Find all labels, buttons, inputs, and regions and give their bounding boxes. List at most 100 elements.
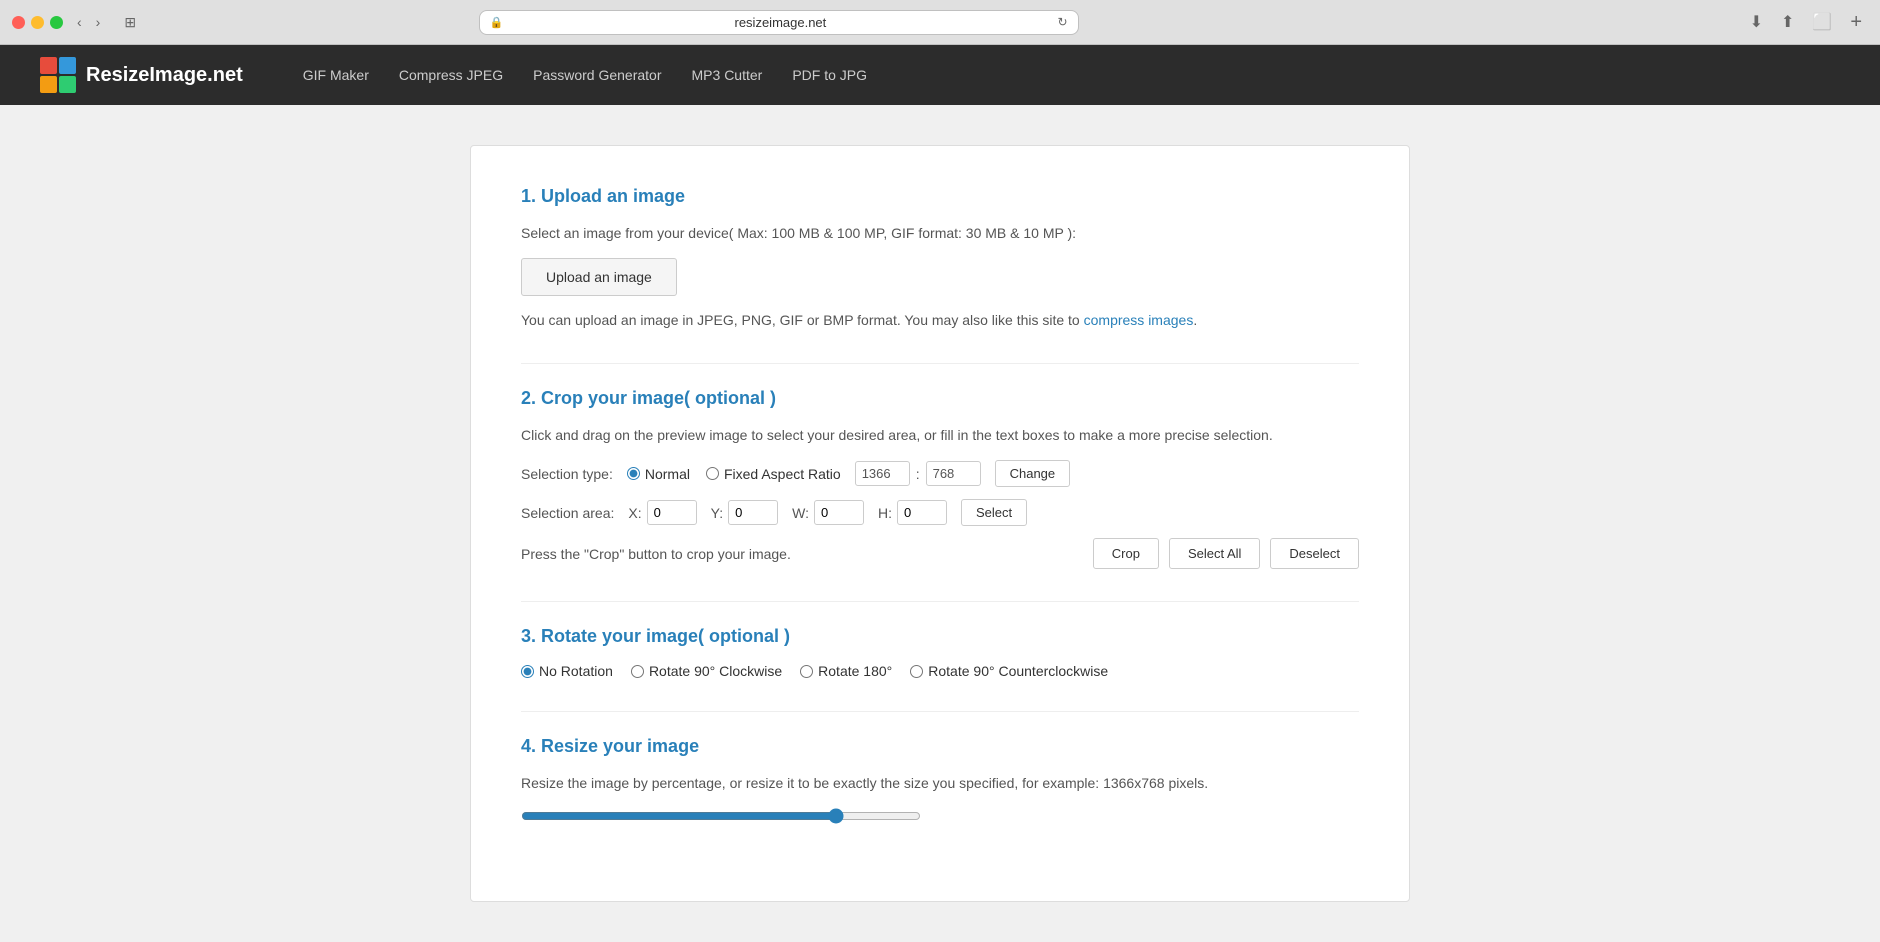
radio-fixed-input[interactable] xyxy=(706,467,719,480)
rotate-cw90-input[interactable] xyxy=(631,665,644,678)
select-all-button[interactable]: Select All xyxy=(1169,538,1260,569)
radio-normal[interactable]: Normal xyxy=(627,466,690,482)
logo-square-red xyxy=(40,57,57,74)
upload-button[interactable]: Upload an image xyxy=(521,258,677,296)
rotate-180-label: Rotate 180° xyxy=(818,663,892,679)
address-text[interactable]: resizeimage.net xyxy=(509,15,1051,30)
nav-gif-maker[interactable]: GIF Maker xyxy=(303,67,369,83)
crop-hint: Press the "Crop" button to crop your ima… xyxy=(521,546,1083,562)
logo-square-green xyxy=(59,76,76,93)
crop-button[interactable]: Crop xyxy=(1093,538,1159,569)
y-label: Y: xyxy=(711,505,723,521)
crop-title: 2. Crop your image( optional ) xyxy=(521,388,1359,409)
deselect-button[interactable]: Deselect xyxy=(1270,538,1359,569)
crop-section: 2. Crop your image( optional ) Click and… xyxy=(521,388,1359,569)
upload-title: 1. Upload an image xyxy=(521,186,1359,207)
x-input[interactable] xyxy=(647,500,697,525)
coord-x: X: xyxy=(628,500,696,525)
site-logo-text[interactable]: ResizeImage.net xyxy=(86,64,243,87)
coord-y: Y: xyxy=(711,500,778,525)
tab-button[interactable]: ⊞ xyxy=(118,10,142,35)
rotate-ccw90-label: Rotate 90° Counterclockwise xyxy=(928,663,1108,679)
rotate-ccw90-input[interactable] xyxy=(910,665,923,678)
toolbar-right: ⬇ ⬆ ⬜ + xyxy=(1744,8,1868,36)
nav-password-generator[interactable]: Password Generator xyxy=(533,67,661,83)
divider-1 xyxy=(521,363,1359,364)
selection-type-row: Selection type: Normal Fixed Aspect Rati… xyxy=(521,460,1359,487)
aspect-height-input[interactable] xyxy=(926,461,981,486)
upload-description: Select an image from your device( Max: 1… xyxy=(521,223,1359,244)
radio-fixed-label: Fixed Aspect Ratio xyxy=(724,466,841,482)
aspect-separator: : xyxy=(916,466,920,482)
w-input[interactable] xyxy=(814,500,864,525)
logo-square-yellow xyxy=(40,76,57,93)
nav-compress-jpeg[interactable]: Compress JPEG xyxy=(399,67,503,83)
download-button[interactable]: ⬇ xyxy=(1744,8,1769,36)
change-button[interactable]: Change xyxy=(995,460,1071,487)
rotate-options: No Rotation Rotate 90° Clockwise Rotate … xyxy=(521,663,1359,679)
radio-normal-label: Normal xyxy=(645,466,690,482)
back-button[interactable]: ‹ xyxy=(71,10,88,34)
upload-note: You can upload an image in JPEG, PNG, GI… xyxy=(521,310,1359,331)
resize-title: 4. Resize your image xyxy=(521,736,1359,757)
forward-button[interactable]: › xyxy=(90,10,107,34)
crop-description: Click and drag on the preview image to s… xyxy=(521,425,1359,446)
main-card: 1. Upload an image Select an image from … xyxy=(470,145,1410,902)
resize-section: 4. Resize your image Resize the image by… xyxy=(521,736,1359,829)
rotate-180-input[interactable] xyxy=(800,665,813,678)
nav-mp3-cutter[interactable]: MP3 Cutter xyxy=(692,67,763,83)
coord-h: H: xyxy=(878,500,947,525)
logo-area: ResizeImage.net xyxy=(40,57,243,93)
lock-icon: 🔒 xyxy=(490,16,504,29)
site-header: ResizeImage.net GIF Maker Compress JPEG … xyxy=(0,45,1880,105)
share-button[interactable]: ⬆ xyxy=(1775,8,1800,36)
rotate-cw90[interactable]: Rotate 90° Clockwise xyxy=(631,663,782,679)
rotate-title: 3. Rotate your image( optional ) xyxy=(521,626,1359,647)
reload-button[interactable]: ↻ xyxy=(1058,15,1068,29)
aspect-width-input[interactable] xyxy=(855,461,910,486)
selection-area-row: Selection area: X: Y: W: H: Select xyxy=(521,499,1359,526)
selection-type-radio-group: Normal Fixed Aspect Ratio xyxy=(627,466,841,482)
compress-images-link[interactable]: compress images xyxy=(1084,312,1194,328)
radio-fixed-aspect[interactable]: Fixed Aspect Ratio xyxy=(706,466,841,482)
rotate-none-input[interactable] xyxy=(521,665,534,678)
resize-slider[interactable] xyxy=(521,808,921,824)
upload-note-text: You can upload an image in JPEG, PNG, GI… xyxy=(521,312,1084,328)
x-label: X: xyxy=(628,505,641,521)
aspect-inputs: : xyxy=(855,461,981,486)
h-input[interactable] xyxy=(897,500,947,525)
coord-w: W: xyxy=(792,500,864,525)
browser-chrome: ‹ › ⊞ 🔒 resizeimage.net ↻ ⬇ ⬆ ⬜ + xyxy=(0,0,1880,45)
traffic-light-minimize[interactable] xyxy=(31,16,44,29)
divider-2 xyxy=(521,601,1359,602)
traffic-light-maximize[interactable] xyxy=(50,16,63,29)
select-button[interactable]: Select xyxy=(961,499,1027,526)
rotate-180[interactable]: Rotate 180° xyxy=(800,663,892,679)
selection-area-label: Selection area: xyxy=(521,505,614,521)
y-input[interactable] xyxy=(728,500,778,525)
selection-type-label: Selection type: xyxy=(521,466,613,482)
nav-pdf-to-jpg[interactable]: PDF to JPG xyxy=(792,67,867,83)
crop-actions-row: Press the "Crop" button to crop your ima… xyxy=(521,538,1359,569)
rotate-ccw90[interactable]: Rotate 90° Counterclockwise xyxy=(910,663,1108,679)
new-tab-button[interactable]: + xyxy=(1844,9,1868,36)
divider-3 xyxy=(521,711,1359,712)
nav-buttons: ‹ › xyxy=(71,10,106,34)
resize-slider-wrap xyxy=(521,808,1359,829)
upload-section: 1. Upload an image Select an image from … xyxy=(521,186,1359,331)
rotate-none-label: No Rotation xyxy=(539,663,613,679)
screen-button[interactable]: ⬜ xyxy=(1806,8,1838,36)
w-label: W: xyxy=(792,505,809,521)
resize-description: Resize the image by percentage, or resiz… xyxy=(521,773,1359,794)
traffic-light-close[interactable] xyxy=(12,16,25,29)
logo-icon xyxy=(40,57,76,93)
site-nav: GIF Maker Compress JPEG Password Generat… xyxy=(303,67,867,83)
logo-square-blue xyxy=(59,57,76,74)
rotate-section: 3. Rotate your image( optional ) No Rota… xyxy=(521,626,1359,679)
radio-normal-input[interactable] xyxy=(627,467,640,480)
page-background: 1. Upload an image Select an image from … xyxy=(0,105,1880,942)
browser-titlebar: ‹ › ⊞ 🔒 resizeimage.net ↻ ⬇ ⬆ ⬜ + xyxy=(0,0,1880,44)
h-label: H: xyxy=(878,505,892,521)
rotate-none[interactable]: No Rotation xyxy=(521,663,613,679)
address-bar: 🔒 resizeimage.net ↻ xyxy=(479,10,1079,35)
